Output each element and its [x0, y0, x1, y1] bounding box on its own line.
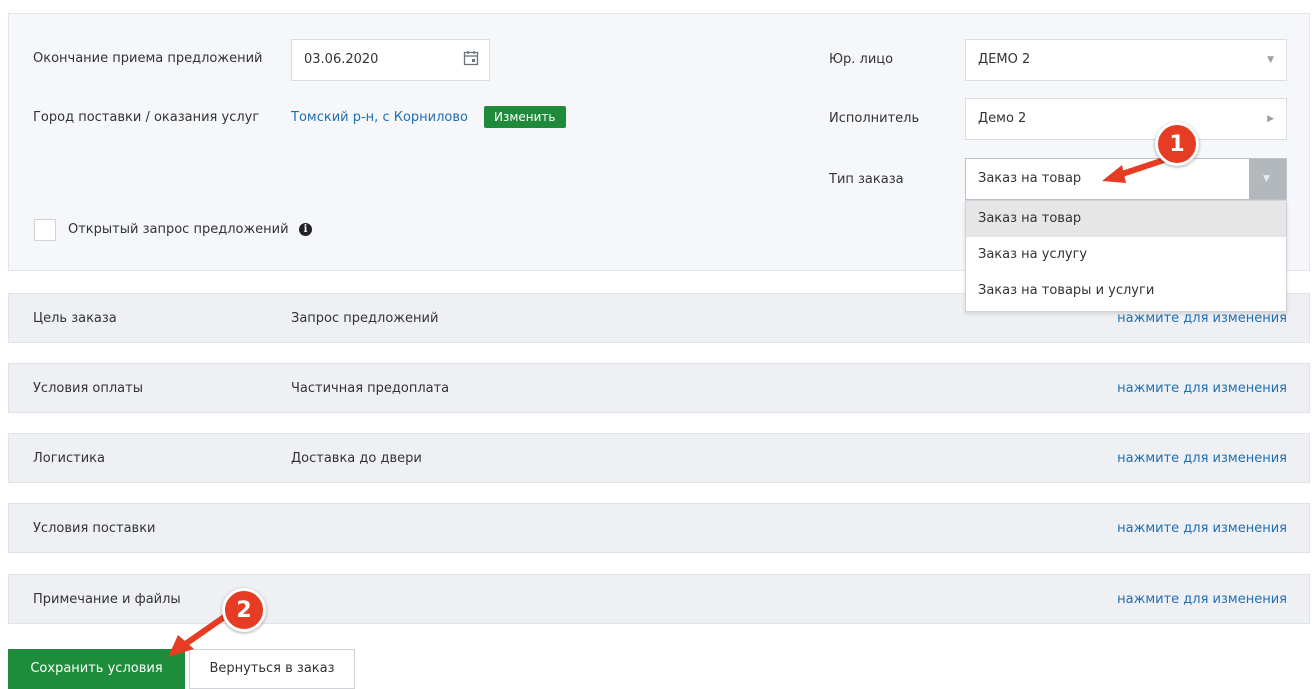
calendar-icon[interactable] — [463, 50, 479, 66]
order-type-label: Тип заказа — [829, 172, 904, 187]
city-label: Город поставки / оказания услуг — [33, 110, 260, 125]
section-value: Доставка до двери — [291, 451, 422, 466]
deadline-label: Окончание приема предложений — [33, 51, 263, 66]
legal-entity-select[interactable]: ДЕМО 2 ▼ — [965, 39, 1287, 81]
section-delivery-terms[interactable]: Условия поставки нажмите для изменения — [8, 503, 1310, 553]
annotation-badge-2: 2 — [222, 588, 266, 632]
option-goods[interactable]: Заказ на товар — [966, 201, 1286, 237]
section-title: Цель заказа — [33, 311, 117, 326]
order-type-value: Заказ на товар — [978, 171, 1082, 186]
section-payment-terms[interactable]: Условия оплаты Частичная предоплата нажм… — [8, 363, 1310, 413]
chevron-down-icon: ▼ — [1267, 55, 1274, 65]
section-value: Частичная предоплата — [291, 381, 450, 396]
annotation-badge-1: 1 — [1155, 122, 1199, 166]
executor-select[interactable]: Демо 2 ▶ — [965, 98, 1287, 140]
executor-value: Демо 2 — [978, 111, 1027, 126]
order-type-toggle[interactable]: ▼ — [1249, 159, 1286, 199]
change-city-button[interactable]: Изменить — [484, 106, 566, 128]
deadline-date-input[interactable]: 03.06.2020 — [291, 39, 490, 81]
info-icon[interactable]: i — [299, 223, 312, 236]
section-edit-link[interactable]: нажмите для изменения — [1117, 504, 1287, 554]
save-conditions-button[interactable]: Сохранить условия — [8, 649, 185, 689]
open-request-label: Открытый запрос предложений — [68, 222, 289, 237]
chevron-right-icon: ▶ — [1267, 114, 1274, 124]
option-service[interactable]: Заказ на услугу — [966, 237, 1286, 273]
chevron-down-icon: ▼ — [1263, 174, 1270, 184]
deadline-date-value: 03.06.2020 — [304, 52, 379, 67]
city-link[interactable]: Томский р-н, с Корнилово — [291, 110, 468, 125]
section-value: Запрос предложений — [291, 311, 439, 326]
section-title: Условия поставки — [33, 521, 156, 536]
executor-label: Исполнитель — [829, 111, 920, 126]
section-edit-link[interactable]: нажмите для изменения — [1117, 575, 1287, 625]
open-request-checkbox[interactable] — [34, 219, 56, 241]
section-title: Условия оплаты — [33, 381, 143, 396]
section-edit-link[interactable]: нажмите для изменения — [1117, 364, 1287, 414]
legal-entity-value: ДЕМО 2 — [978, 52, 1031, 67]
section-title: Логистика — [33, 451, 105, 466]
option-goods-and-services[interactable]: Заказ на товары и услуги — [966, 273, 1286, 309]
section-edit-link[interactable]: нажмите для изменения — [1117, 434, 1287, 484]
legal-entity-label: Юр. лицо — [829, 52, 894, 67]
order-type-dropdown: Заказ на товар Заказ на услугу Заказ на … — [965, 200, 1287, 312]
section-logistics[interactable]: Логистика Доставка до двери нажмите для … — [8, 433, 1310, 483]
section-title: Примечание и файлы — [33, 592, 181, 607]
